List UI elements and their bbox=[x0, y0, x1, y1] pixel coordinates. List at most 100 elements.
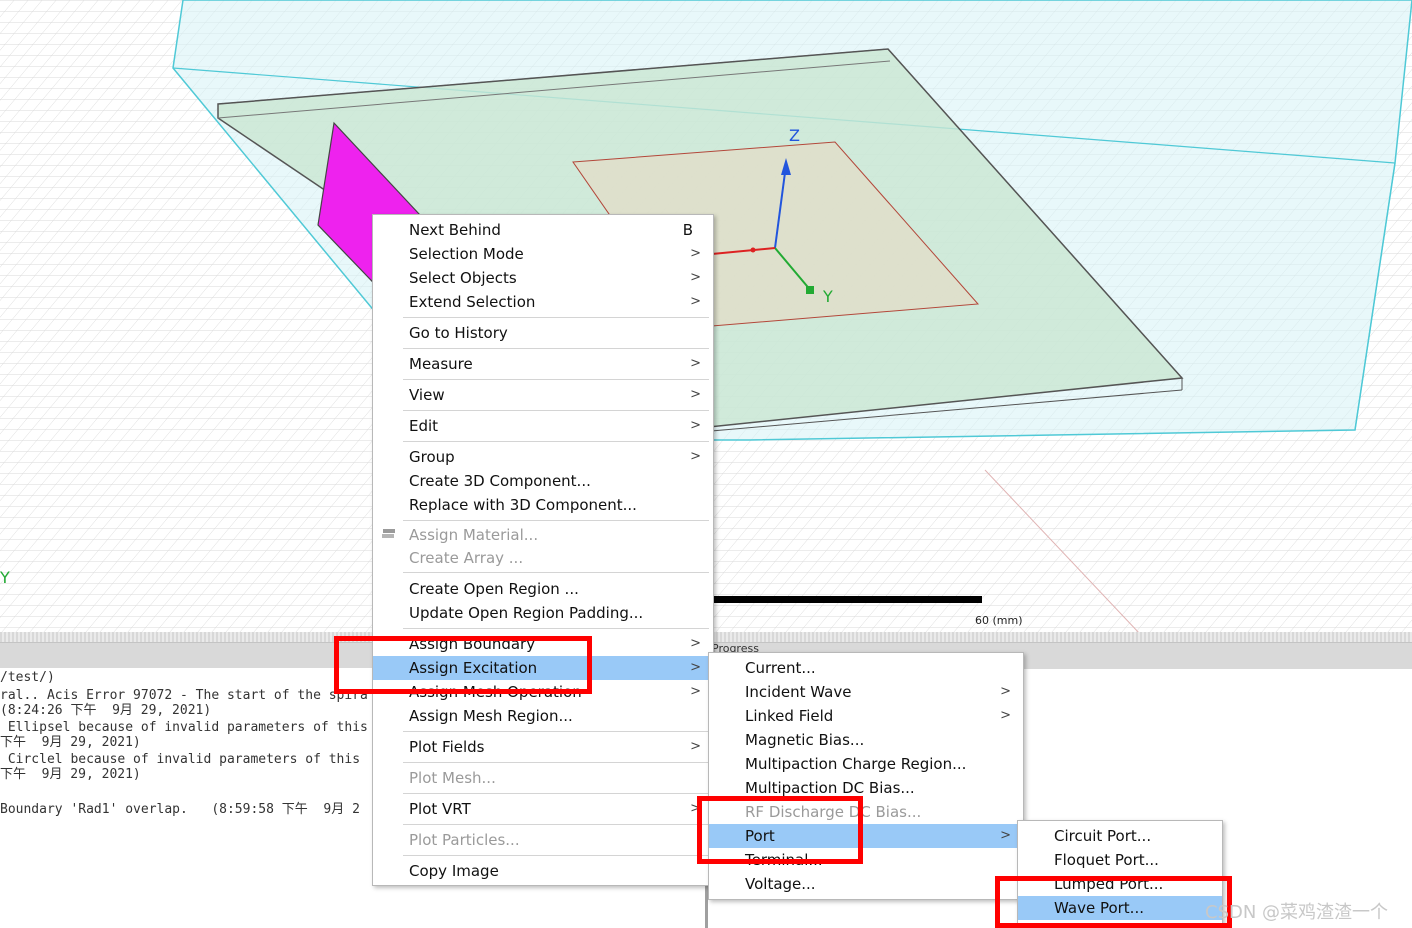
menu-item-create-open-region[interactable]: Create Open Region ... bbox=[373, 577, 713, 601]
menu-item-view[interactable]: View > bbox=[373, 383, 713, 407]
menu-item-label: Edit bbox=[409, 417, 439, 435]
submenu-arrow-icon: > bbox=[690, 418, 701, 433]
y-axis-label: Y bbox=[823, 287, 833, 306]
menu-item-label: Floquet Port... bbox=[1054, 851, 1159, 869]
submenu-arrow-icon: > bbox=[690, 739, 701, 754]
message-line: 下午 9月 29, 2021) bbox=[0, 735, 141, 750]
menu-item-label: Copy Image bbox=[409, 862, 499, 880]
annotation-box-port bbox=[697, 796, 863, 864]
menu-separator bbox=[403, 317, 709, 318]
menu-separator bbox=[403, 348, 709, 349]
menu-item-label: Create Array ... bbox=[409, 549, 524, 567]
menu-item-label: Circuit Port... bbox=[1054, 827, 1152, 845]
menu-item-label: Multipaction Charge Region... bbox=[745, 755, 967, 773]
menu-item-magnetic-bias[interactable]: Magnetic Bias... bbox=[709, 728, 1023, 752]
menu-item-label: Go to History bbox=[409, 324, 508, 342]
menu-item-label: Plot Mesh... bbox=[409, 769, 496, 787]
submenu-arrow-icon: > bbox=[690, 270, 701, 285]
menu-separator bbox=[403, 855, 709, 856]
message-line: 下午 9月 29, 2021) bbox=[0, 767, 141, 782]
menu-item-go-to-history[interactable]: Go to History bbox=[373, 321, 713, 345]
menu-item-select-objects[interactable]: Select Objects > bbox=[373, 266, 713, 290]
message-line: (8:24:26 下午 9月 29, 2021) bbox=[0, 703, 212, 718]
menu-item-plot-particles: Plot Particles... bbox=[373, 828, 713, 852]
menu-item-edit[interactable]: Edit > bbox=[373, 414, 713, 438]
menu-item-label: Replace with 3D Component... bbox=[409, 496, 637, 514]
message-line: Boundary 'Rad1' overlap. (8:59:58 下午 9月 … bbox=[0, 802, 360, 817]
menu-separator bbox=[403, 628, 709, 629]
menu-item-label: Incident Wave bbox=[745, 683, 852, 701]
menu-item-incident-wave[interactable]: Incident Wave > bbox=[709, 680, 1023, 704]
menu-item-label: Assign Material... bbox=[409, 526, 539, 544]
menu-item-voltage[interactable]: Voltage... bbox=[709, 872, 1023, 896]
menu-item-plot-fields[interactable]: Plot Fields > bbox=[373, 735, 713, 759]
menu-separator bbox=[403, 793, 709, 794]
menu-item-create-array: Create Array ... bbox=[373, 546, 713, 570]
menu-item-label: Next Behind bbox=[409, 221, 501, 239]
z-axis-label: Z bbox=[789, 126, 800, 145]
menu-item-circuit-port[interactable]: Circuit Port... bbox=[1018, 824, 1222, 848]
submenu-arrow-icon: > bbox=[1000, 684, 1011, 699]
submenu-arrow-icon: > bbox=[690, 449, 701, 464]
annotation-box-wave-port bbox=[995, 876, 1232, 928]
menu-item-assign-mesh-region[interactable]: Assign Mesh Region... bbox=[373, 704, 713, 728]
menu-separator bbox=[403, 379, 709, 380]
menu-separator bbox=[403, 824, 709, 825]
menu-separator bbox=[403, 520, 709, 521]
menu-item-assign-material: Assign Material... bbox=[373, 523, 713, 547]
menu-item-current[interactable]: Current... bbox=[709, 656, 1023, 680]
menu-item-group[interactable]: Group > bbox=[373, 445, 713, 469]
menu-item-create-3d-component[interactable]: Create 3D Component... bbox=[373, 469, 713, 493]
scale-bar bbox=[712, 596, 982, 603]
menu-item-copy-image[interactable]: Copy Image bbox=[373, 859, 713, 883]
submenu-arrow-icon: > bbox=[690, 294, 701, 309]
menu-separator bbox=[403, 731, 709, 732]
menu-separator bbox=[403, 762, 709, 763]
submenu-arrow-icon: > bbox=[690, 387, 701, 402]
annotation-box-assign-excitation bbox=[334, 636, 592, 694]
material-icon bbox=[382, 529, 395, 538]
menu-item-linked-field[interactable]: Linked Field > bbox=[709, 704, 1023, 728]
menu-item-label: Select Objects bbox=[409, 269, 517, 287]
submenu-arrow-icon: > bbox=[690, 660, 701, 675]
menu-item-measure[interactable]: Measure > bbox=[373, 352, 713, 376]
menu-item-plot-vrt[interactable]: Plot VRT > bbox=[373, 797, 713, 821]
menu-item-label: Plot Fields bbox=[409, 738, 485, 756]
scale-label: 60 (mm) bbox=[975, 614, 1023, 627]
message-line: /test/) bbox=[0, 670, 55, 685]
message-manager-pane[interactable]: /test/) ral.. Acis Error 97072 - The sta… bbox=[0, 668, 380, 928]
menu-separator bbox=[403, 410, 709, 411]
menu-item-label: Group bbox=[409, 448, 455, 466]
menu-item-update-open-region-padding[interactable]: Update Open Region Padding... bbox=[373, 601, 713, 625]
menu-item-label: Create 3D Component... bbox=[409, 472, 591, 490]
menu-separator bbox=[403, 441, 709, 442]
menu-item-label: Create Open Region ... bbox=[409, 580, 579, 598]
menu-item-replace-with-3d-component[interactable]: Replace with 3D Component... bbox=[373, 493, 713, 517]
menu-item-label: Plot Particles... bbox=[409, 831, 520, 849]
submenu-arrow-icon: > bbox=[690, 636, 701, 651]
menu-item-label: Assign Mesh Region... bbox=[409, 707, 573, 725]
menu-item-label: Update Open Region Padding... bbox=[409, 604, 644, 622]
shortcut-key: B bbox=[682, 221, 693, 239]
submenu-arrow-icon: > bbox=[1000, 708, 1011, 723]
message-line: Circlel because of invalid parameters of… bbox=[0, 752, 361, 767]
context-menu[interactable]: Next Behind B Selection Mode > Select Obje… bbox=[372, 214, 714, 886]
menu-item-plot-mesh: Plot Mesh... bbox=[373, 766, 713, 790]
submenu-arrow-icon: > bbox=[690, 246, 701, 261]
submenu-arrow-icon: > bbox=[690, 356, 701, 371]
menu-item-label: Measure bbox=[409, 355, 473, 373]
menu-item-extend-selection[interactable]: Extend Selection > bbox=[373, 290, 713, 314]
watermark: CSDN @菜鸡渣渣一个 bbox=[1205, 902, 1389, 923]
menu-item-label: Current... bbox=[745, 659, 816, 677]
menu-item-label: Voltage... bbox=[745, 875, 816, 893]
menu-item-selection-mode[interactable]: Selection Mode > bbox=[373, 242, 713, 266]
menu-item-label: View bbox=[409, 386, 445, 404]
menu-item-next-behind[interactable]: Next Behind B bbox=[373, 218, 713, 242]
submenu-arrow-icon: > bbox=[690, 684, 701, 699]
menu-item-label: Linked Field bbox=[745, 707, 834, 725]
message-line: ral.. Acis Error 97072 - The start of th… bbox=[0, 688, 368, 703]
menu-separator bbox=[403, 572, 709, 573]
menu-item-floquet-port[interactable]: Floquet Port... bbox=[1018, 848, 1222, 872]
menu-item-label: Magnetic Bias... bbox=[745, 731, 865, 749]
menu-item-multipaction-charge-region[interactable]: Multipaction Charge Region... bbox=[709, 752, 1023, 776]
